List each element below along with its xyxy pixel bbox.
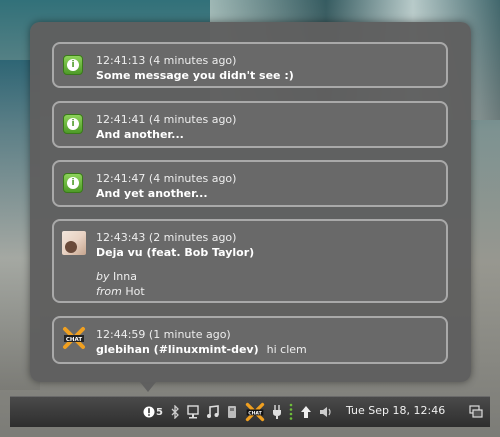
notification-time: 12:41:41 (4 minutes ago) <box>96 113 237 126</box>
album-line: from Hot <box>96 284 438 299</box>
bluetooth-icon[interactable] <box>170 405 180 419</box>
chat-icon[interactable]: CHAT <box>245 402 265 422</box>
notification-title: And yet another... <box>96 187 208 200</box>
update-icon[interactable] <box>300 405 312 419</box>
show-desktop-icon[interactable] <box>469 405 483 422</box>
removable-drive-icon[interactable] <box>226 405 238 419</box>
notifications-popup: i 12:41:13 (4 minutes ago) Some message … <box>30 22 471 382</box>
album-name: Hot <box>125 285 145 298</box>
chat-icon-label: CHAT <box>66 337 82 343</box>
notification-title: glebihan (#linuxmint-dev) hi clem <box>96 342 438 357</box>
bottom-panel: 5 CHAT Tue Sep 18, 12:46 <box>10 396 490 427</box>
notification-title: And another... <box>96 128 184 141</box>
notification-title: Some message you didn't see :) <box>96 69 294 82</box>
popup-arrow <box>140 382 156 392</box>
chat-icon-label: CHAT <box>248 410 262 416</box>
artist-name: Inna <box>113 270 137 283</box>
artist-line: by Inna <box>96 269 438 284</box>
notification-item[interactable]: CHAT 12:44:59 (1 minute ago) glebihan (#… <box>52 316 448 364</box>
notification-title: Deja vu (feat. Bob Taylor) <box>96 246 255 259</box>
volume-icon[interactable] <box>319 405 333 419</box>
from-label: from <box>96 285 122 298</box>
notification-item[interactable]: 12:43:43 (2 minutes ago) Deja vu (feat. … <box>52 219 448 303</box>
music-icon[interactable] <box>206 405 219 419</box>
by-label: by <box>96 270 110 283</box>
clock[interactable]: Tue Sep 18, 12:46 <box>346 404 445 417</box>
chat-sender: glebihan (#linuxmint-dev) <box>96 343 259 356</box>
notifications-applet[interactable]: 5 <box>143 406 163 418</box>
info-icon: i <box>63 114 83 134</box>
chat-icon: CHAT <box>62 326 86 350</box>
notification-time: 12:44:59 (1 minute ago) <box>96 328 231 341</box>
notification-time: 12:41:47 (4 minutes ago) <box>96 172 237 185</box>
notification-item[interactable]: i 12:41:41 (4 minutes ago) And another..… <box>52 101 448 148</box>
separator-icon <box>289 403 293 421</box>
notification-count: 5 <box>156 406 163 418</box>
notification-time: 12:41:13 (4 minutes ago) <box>96 54 237 67</box>
notification-item[interactable]: i 12:41:13 (4 minutes ago) Some message … <box>52 42 448 88</box>
network-icon[interactable] <box>187 405 199 419</box>
power-icon[interactable] <box>272 404 282 420</box>
notification-item[interactable]: i 12:41:47 (4 minutes ago) And yet anoth… <box>52 160 448 207</box>
notifications-icon <box>143 406 155 418</box>
info-icon: i <box>63 55 83 75</box>
chat-message: hi clem <box>266 343 307 356</box>
album-art-icon <box>62 231 86 255</box>
info-icon: i <box>63 173 83 193</box>
notification-time: 12:43:43 (2 minutes ago) <box>96 231 237 244</box>
system-tray: 5 CHAT <box>143 397 340 427</box>
